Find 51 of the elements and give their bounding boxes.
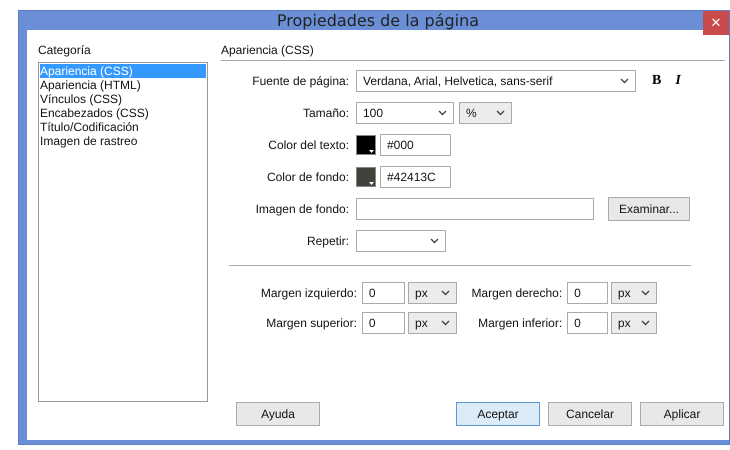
panel-heading: Apariencia (CSS) [221, 42, 315, 58]
chevron-icon [441, 290, 450, 296]
category-item[interactable]: Apariencia (HTML) [40, 78, 206, 92]
color-input[interactable]: #000 [380, 134, 451, 156]
field-label: Color del texto: [267, 138, 350, 152]
margin-label: Margen superior: [265, 316, 358, 330]
window-title: Propiedades de la página [276, 11, 480, 30]
font-select[interactable]: Verdana, Arial, Helvetica, sans-serif [356, 70, 636, 92]
dialog-button[interactable]: Ayuda [236, 402, 320, 426]
dialog-button[interactable]: Cancelar [548, 402, 632, 426]
margin-input[interactable]: 0 [567, 282, 608, 304]
color-swatch[interactable] [356, 167, 376, 187]
bold-button[interactable]: B [650, 73, 664, 89]
category-item[interactable]: Título/Codificación [40, 120, 206, 134]
chevron-icon [496, 110, 505, 116]
italic-button[interactable]: I [673, 73, 683, 89]
margin-label: Margen derecho: [470, 286, 564, 300]
field-label: Fuente de página: [251, 74, 350, 88]
field-label: Imagen de fondo: [254, 202, 350, 216]
chevron-icon [438, 110, 447, 116]
chevron-icon [641, 290, 650, 296]
category-heading: Categoría [38, 42, 92, 58]
margin-label: Margen izquierdo: [260, 286, 358, 300]
color-swatch[interactable] [356, 135, 376, 155]
margin-input[interactable]: 0 [362, 282, 406, 304]
category-item[interactable]: Encabezados (CSS) [40, 106, 206, 120]
unit-select[interactable]: px [408, 312, 457, 334]
margin-input[interactable]: 0 [567, 312, 608, 334]
color-input[interactable]: #42413C [380, 166, 451, 188]
unit-select[interactable]: px [408, 282, 457, 304]
margin-input[interactable]: 0 [362, 312, 406, 334]
browse-button[interactable]: Examinar... [608, 197, 690, 221]
unit-select[interactable]: px [610, 312, 657, 334]
field-label: Tamaño: [302, 106, 350, 120]
field-label: Color de fondo: [266, 170, 350, 184]
category-item[interactable]: Imagen de rastreo [40, 134, 206, 148]
dialog-button[interactable]: Aceptar [456, 402, 540, 426]
chevron-icon [620, 78, 629, 84]
unit-select[interactable]: % [459, 102, 512, 124]
image-input[interactable] [356, 198, 594, 220]
size-select[interactable]: 100 [356, 102, 454, 124]
chevron-icon [641, 320, 650, 326]
chevron-icon [441, 320, 450, 326]
category-item[interactable]: Vínculos (CSS) [40, 92, 206, 106]
dialog-button[interactable]: Aplicar [640, 402, 724, 426]
repeat-select[interactable] [356, 230, 446, 252]
unit-select[interactable]: px [610, 282, 657, 304]
field-label: Repetir: [306, 234, 350, 248]
chevron-icon [430, 238, 439, 244]
margin-label: Margen inferior: [477, 316, 564, 330]
close-button[interactable]: ✕ [703, 11, 729, 35]
